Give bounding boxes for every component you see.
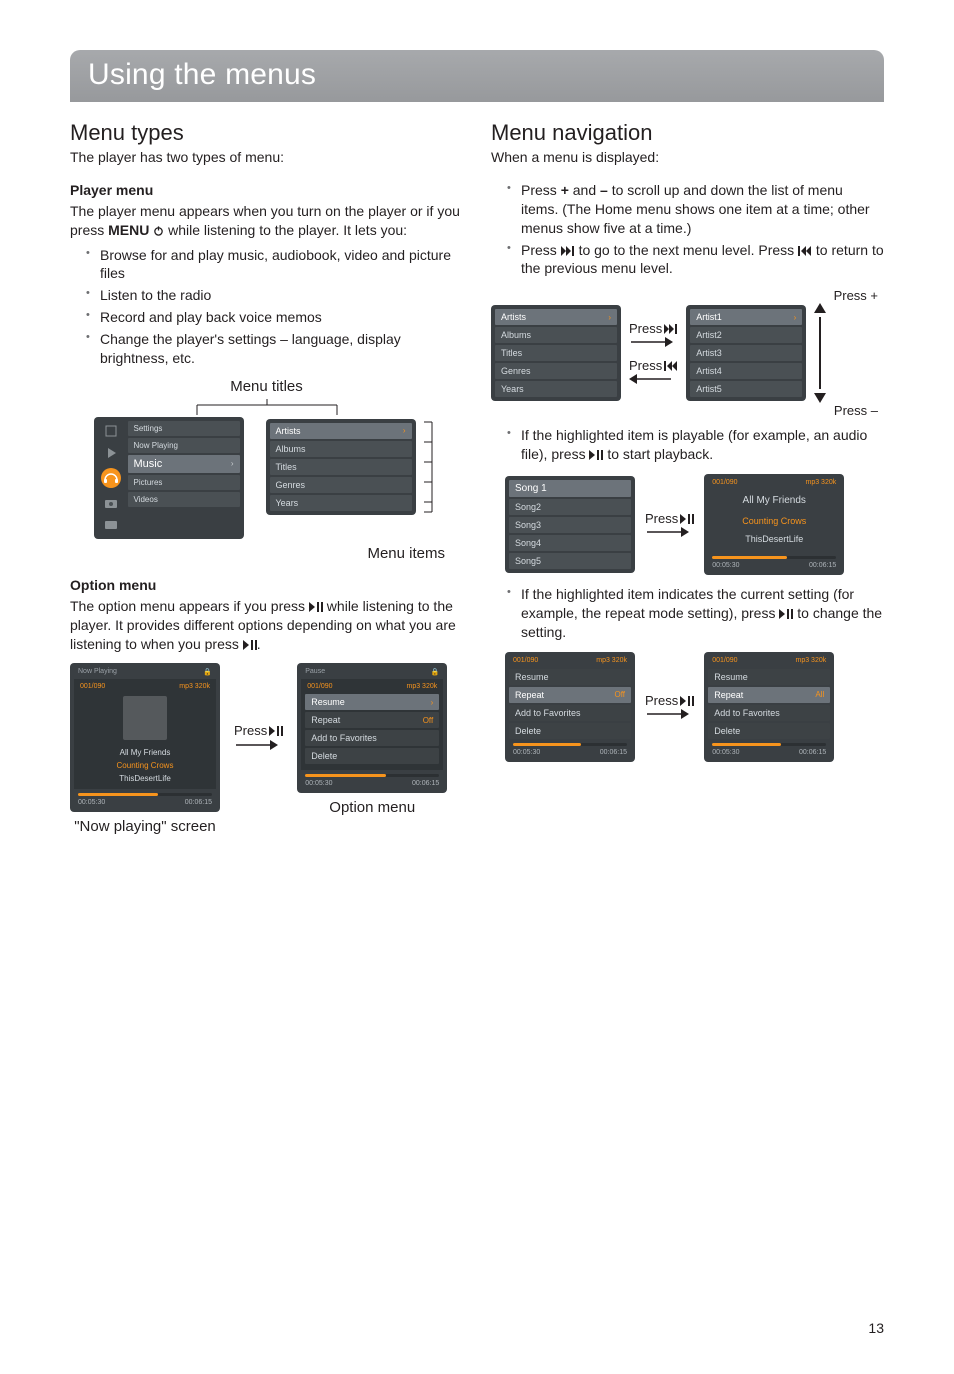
list-item: Press to go to the next menu level. Pres… <box>507 241 884 279</box>
headphones-icon <box>100 467 122 489</box>
nav-bullets-2: If the highlighted item is playable (for… <box>491 426 884 464</box>
arrow-down-icon <box>814 389 826 403</box>
fig-option-menu: Now Playing🔒 001/090mp3 320k All My Frie… <box>70 663 463 835</box>
lock-icon: 🔒 <box>431 668 440 676</box>
now-playing-screen: Now Playing🔒 001/090mp3 320k All My Frie… <box>70 663 220 812</box>
play-pause-icon <box>589 450 603 460</box>
arrow-left-icon <box>629 373 673 385</box>
left-column: Menu types The player has two types of m… <box>70 120 463 835</box>
fig-menu-titles: Menu titles Settings <box>70 378 463 562</box>
option-menu-label: Option menu <box>297 799 447 816</box>
settings-icon <box>103 423 119 439</box>
nav-left-screen: Artists› Albums Titles Genres Years <box>491 305 621 401</box>
page-title: Using the menus <box>88 58 866 92</box>
play-pause-icon <box>779 609 793 619</box>
right-column: Menu navigation When a menu is displayed… <box>491 120 884 835</box>
press-plus-label: Press + <box>491 288 884 303</box>
power-icon <box>153 225 164 236</box>
repeat-all-screen: 001/090mp3 320k Resume RepeatAll Add to … <box>704 652 834 762</box>
menu-nav-sub: When a menu is displayed: <box>491 148 884 167</box>
camera-icon <box>103 495 119 511</box>
list-item: Press + and – to scroll up and down the … <box>507 181 884 238</box>
arrow-right-icon <box>234 738 278 752</box>
press-play-label: Press <box>234 723 283 738</box>
player-menu-heading: Player menu <box>70 181 463 200</box>
now-playing-label: "Now playing" screen <box>70 818 220 835</box>
lock-icon: 🔒 <box>203 668 212 676</box>
songs-screen: Song 1 Song2 Song3 Song4 Song5 <box>505 476 635 573</box>
play-pause-icon <box>680 696 694 706</box>
bracket-icon <box>420 417 440 517</box>
menu-nav-heading: Menu navigation <box>491 120 884 146</box>
repeat-off-screen: 001/090mp3 320k Resume RepeatOff Add to … <box>505 652 635 762</box>
list-item: Record and play back voice memos <box>86 308 463 327</box>
play-indicator-icon <box>103 445 119 461</box>
list-item: Listen to the radio <box>86 286 463 305</box>
play-pause-icon <box>309 602 323 612</box>
music-menu-screen: Artists› Albums Titles Genres Years <box>266 419 416 515</box>
prev-icon <box>664 361 678 371</box>
menu-items-label: Menu items <box>70 545 463 562</box>
play-pause-icon <box>243 640 257 650</box>
album-art-placeholder <box>123 696 167 740</box>
nav-bullets: Press + and – to scroll up and down the … <box>491 181 884 278</box>
press-minus-label: Press – <box>491 403 884 418</box>
nav-bullets-3: If the highlighted item indicates the cu… <box>491 585 884 642</box>
option-menu-heading: Option menu <box>70 576 463 595</box>
fig-setting-change: 001/090mp3 320k Resume RepeatOff Add to … <box>505 652 884 762</box>
nav-right-screen: Artist1› Artist2 Artist3 Artist4 Artist5 <box>686 305 806 401</box>
playback-screen: 001/090mp3 320k All My Friends Counting … <box>704 474 844 575</box>
option-menu-p1: The option menu appears if you press whi… <box>70 597 463 654</box>
page-title-bar: Using the menus <box>70 50 884 102</box>
arrow-right-icon <box>645 526 689 538</box>
next-icon <box>561 246 575 256</box>
list-item: Change the player's settings – language,… <box>86 330 463 368</box>
option-menu-screen: Pause🔒 001/090mp3 320k Resume› RepeatOff… <box>297 663 447 793</box>
next-icon <box>664 324 678 334</box>
home-menu-screen: Settings Now Playing Music› Pictures Vid… <box>94 417 244 539</box>
scroll-indicator <box>814 303 826 403</box>
play-pause-icon <box>269 726 283 736</box>
list-item: Browse for and play music, audiobook, vi… <box>86 246 463 284</box>
arrow-right-icon <box>645 708 689 720</box>
player-menu-p1: The player menu appears when you turn on… <box>70 202 463 240</box>
menu-types-sub: The player has two types of menu: <box>70 148 463 167</box>
fig-playback: Song 1 Song2 Song3 Song4 Song5 Press 001… <box>505 474 884 575</box>
list-item: If the highlighted item indicates the cu… <box>507 585 884 642</box>
video-icon <box>103 517 119 533</box>
list-item: If the highlighted item is playable (for… <box>507 426 884 464</box>
menu-types-heading: Menu types <box>70 120 463 146</box>
arrow-right-icon <box>629 336 673 348</box>
player-menu-list: Browse for and play music, audiobook, vi… <box>70 246 463 368</box>
play-pause-icon <box>680 514 694 524</box>
menu-titles-label: Menu titles <box>70 378 463 395</box>
arrow-up-icon <box>814 303 826 317</box>
prev-icon <box>798 246 812 256</box>
fig-nav-levels: Press + Artists› Albums Titles Genres Ye… <box>491 288 884 418</box>
page-number: 13 <box>868 1320 884 1336</box>
